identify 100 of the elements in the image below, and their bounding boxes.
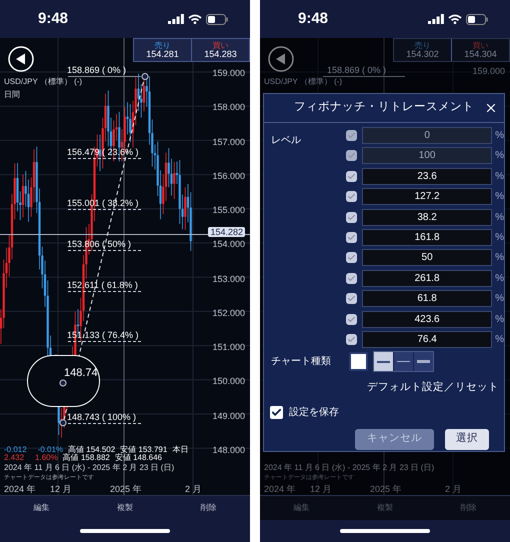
fib-level-line[interactable] (68, 341, 141, 342)
sell-label: 売り (414, 41, 430, 50)
fib-level-line[interactable] (68, 208, 141, 210)
level-checkbox[interactable] (346, 232, 358, 243)
check-icon (347, 294, 356, 304)
stat-value: 2.432 (4, 454, 24, 462)
price-axis-label: 156.000 (212, 170, 245, 181)
toolbar-button[interactable]: 編集 (28, 502, 56, 514)
signal-icon (428, 14, 444, 24)
level-input[interactable]: 261.8 (362, 270, 492, 287)
symbol-label: USD/JPY （標準） (-) (4, 77, 82, 86)
check-icon (347, 151, 356, 160)
fib-level-line[interactable] (68, 422, 141, 424)
color-swatch[interactable] (349, 352, 368, 372)
level-checkbox[interactable] (346, 293, 358, 304)
fib-level-line[interactable] (68, 76, 141, 78)
toolbar-button[interactable]: 削除 (194, 502, 222, 514)
level-checkbox[interactable] (346, 212, 358, 223)
level-input[interactable]: 161.8 (362, 228, 492, 246)
level-label: レベル (271, 135, 301, 146)
level-checkbox[interactable] (346, 272, 358, 284)
dialog-title: フィボナッチ・リトレースメント (294, 100, 474, 116)
percent-unit: % (495, 230, 504, 245)
buy-price[interactable]: 154.283 (204, 50, 237, 59)
level-checkbox[interactable] (346, 334, 358, 345)
wifi-icon (188, 14, 202, 24)
stat-value: -0.01% (38, 446, 64, 454)
line-style-option[interactable] (374, 352, 393, 372)
anchor-handle[interactable] (142, 72, 148, 80)
level-input[interactable]: 61.8 (362, 290, 492, 308)
fib-level-line[interactable] (68, 158, 141, 160)
date-range: 2024 年 11 月 6 日 (水) - 2025 年 2 月 23 日 (日) (264, 463, 434, 472)
level-input[interactable]: 38.2 (362, 208, 492, 226)
stat-value: 安値 153.791 (120, 446, 168, 454)
level-input[interactable]: 127.2 (362, 188, 492, 206)
wifi-icon (448, 14, 462, 24)
fib-level-line[interactable] (68, 250, 141, 251)
price-axis-label: 159.000 (472, 66, 505, 77)
check-icon (347, 212, 356, 222)
sell-price[interactable]: 154.281 (146, 50, 179, 59)
stat-value: 安値 148.646 (114, 454, 162, 462)
level-checkbox[interactable] (346, 314, 358, 325)
percent-unit: % (495, 312, 504, 327)
magnifier-price: 148.74 (64, 367, 98, 379)
stat-value: 本日 (172, 446, 188, 454)
period-label: 日間 (4, 90, 20, 99)
symbol-label: USD/JPY （標準） (-) (264, 77, 342, 86)
level-checkbox[interactable] (346, 191, 358, 202)
percent-unit: % (495, 292, 504, 306)
date-range: 2024 年 11 月 6 日 (水) - 2025 年 2 月 23 日 (日) (4, 463, 174, 472)
line-style-icon (417, 360, 430, 364)
level-input[interactable]: 50 (362, 249, 492, 266)
percent-unit: % (495, 251, 504, 266)
line-style-option[interactable] (414, 352, 433, 372)
level-input[interactable]: 23.6 (362, 168, 492, 185)
percent-unit: % (495, 190, 504, 204)
status-time: 9:48 (38, 8, 68, 29)
reset-link[interactable]: デフォルト設定／リセット (367, 380, 499, 396)
level-input[interactable]: 76.4 (362, 330, 492, 348)
check-icon (347, 253, 356, 262)
level-checkbox[interactable] (346, 252, 358, 264)
price-axis-label: 148.000 (212, 444, 245, 455)
anchor-handle[interactable] (60, 419, 66, 426)
save-settings-label: 設定を保存 (289, 406, 339, 420)
level-input[interactable]: 423.6 (362, 310, 492, 328)
buy-label: 買い (212, 41, 228, 50)
current-price-tag: 154.282 (208, 227, 245, 237)
level-checkbox[interactable] (346, 170, 358, 182)
check-icon (347, 131, 356, 140)
time-axis-label: 2024 年 (264, 484, 296, 494)
time-axis-label: 2024 年 (4, 484, 36, 494)
line-style-option[interactable] (394, 352, 413, 372)
time-axis-label: 12 月 (310, 484, 332, 494)
battery-icon (206, 14, 228, 24)
percent-unit: % (495, 210, 504, 225)
check-icon (347, 232, 356, 242)
percent-unit: % (495, 170, 504, 184)
save-checkbox[interactable] (270, 406, 283, 419)
back-button[interactable] (8, 46, 34, 72)
stat-value: 高値 158.882 (62, 454, 110, 462)
price-axis-label: 159.000 (212, 68, 245, 78)
check-icon (271, 406, 282, 418)
check-icon (347, 334, 356, 344)
check-icon (347, 172, 356, 181)
stat-value: 1.60% (35, 454, 58, 462)
price-axis-label: 149.000 (212, 410, 245, 421)
toolbar-button[interactable]: 複製 (110, 502, 139, 514)
percent-unit: % (495, 129, 504, 143)
fib-level-label: 158.869 ( 0% ) (327, 65, 386, 75)
fib-level-line[interactable] (68, 290, 141, 292)
sell-label: 売り (154, 41, 170, 50)
select-button[interactable]: 選択 (445, 428, 489, 450)
check-icon (347, 192, 356, 202)
sell-price[interactable]: 154.302 (406, 50, 439, 59)
price-axis-label: 157.000 (212, 136, 245, 147)
buy-price[interactable]: 154.304 (464, 50, 497, 59)
anchor-handle[interactable] (60, 380, 66, 386)
close-icon[interactable] (484, 101, 498, 115)
price-axis-label: 152.000 (212, 308, 245, 318)
line-style-icon (377, 360, 390, 363)
